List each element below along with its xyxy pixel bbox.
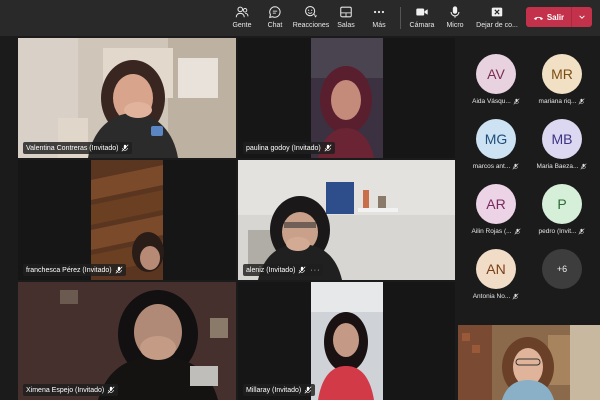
roster-participant-name: Maria Baeza...	[536, 163, 579, 170]
mic-off-icon	[514, 228, 521, 235]
mic-off-icon	[304, 386, 312, 394]
mic-off-icon	[578, 228, 585, 235]
mic-label: Micro	[446, 22, 464, 29]
avatar: MR	[542, 54, 582, 94]
roster-participant[interactable]: MR mariana riq...	[527, 54, 597, 105]
participant-name: franchesca Pérez (Invitado)	[26, 266, 112, 274]
participant-name: Ximena Espejo (Invitado)	[26, 386, 105, 394]
participant-video	[311, 38, 383, 158]
participant-video	[18, 38, 236, 158]
more-label: Más	[372, 22, 386, 29]
video-tile[interactable]: aleniz (Invitado) ···	[238, 160, 455, 280]
mic-off-icon	[578, 98, 585, 105]
roster-participant[interactable]: AR Ailin Rojas (...	[461, 184, 531, 235]
camera-button[interactable]: Cámara	[408, 0, 436, 36]
video-tile[interactable]: paulina godoy (Invitado)	[238, 38, 455, 158]
share-stop-icon	[491, 7, 503, 17]
more-icon	[373, 10, 385, 14]
leave-options[interactable]	[572, 7, 592, 27]
participant-name-tag: Ximena Espejo (Invitado)	[23, 384, 119, 396]
reactions-label: Reacciones	[292, 22, 330, 29]
avatar: MG	[476, 119, 516, 159]
participant-name: paulina godoy (Invitado)	[246, 144, 321, 152]
roster-participant[interactable]: AN Antonia No...	[461, 249, 531, 300]
reactions-icon	[305, 6, 317, 18]
more-options-icon[interactable]: ···	[310, 267, 320, 274]
self-video	[458, 325, 600, 400]
rooms-label: Salas	[337, 22, 355, 29]
phone-icon	[533, 16, 543, 20]
roster-overflow[interactable]: +6	[527, 249, 597, 289]
teams-meeting-window: Gente Chat Reacciones Salas Más Cámara M…	[0, 0, 600, 400]
rooms-icon	[340, 6, 352, 18]
participant-name-tag: Valentina Contreras (Invitado)	[23, 142, 133, 154]
roster-participant-name: Aida Vásqu...	[472, 98, 511, 105]
participant-name-tag: paulina godoy (Invitado)	[243, 142, 335, 154]
more-button[interactable]: Más	[367, 0, 391, 36]
participant-video	[311, 282, 383, 400]
roster-participant[interactable]: MG marcos ant...	[461, 119, 531, 170]
avatar: MB	[542, 119, 582, 159]
camera-label: Cámara	[409, 22, 435, 29]
participant-video	[238, 160, 455, 280]
video-tile[interactable]: franchesca Pérez (Invitado)	[18, 160, 236, 280]
video-tile[interactable]: Valentina Contreras (Invitado)	[18, 38, 236, 158]
participant-name: aleniz (Invitado)	[246, 266, 296, 274]
mic-off-icon	[512, 293, 519, 300]
mic-off-icon	[107, 386, 115, 394]
leave-main[interactable]: Salir	[526, 7, 572, 27]
avatar: P	[542, 184, 582, 224]
leave-label: Salir	[546, 12, 565, 22]
toolbar-divider	[400, 7, 401, 29]
roster-participant[interactable]: MB Maria Baeza...	[527, 119, 597, 170]
stop-sharing-button[interactable]: Dejar de co...	[474, 0, 520, 36]
participant-video	[91, 160, 164, 280]
roster-participant-name: marcos ant...	[472, 163, 511, 170]
mic-off-icon	[513, 98, 520, 105]
mic-off-icon	[115, 266, 123, 274]
roster-participant-name: pedro (Invit...	[538, 228, 577, 235]
camera-icon	[416, 8, 428, 16]
avatar: AN	[476, 249, 516, 289]
leave-button[interactable]: Salir	[526, 7, 592, 27]
mic-off-icon	[512, 163, 519, 170]
chat-label: Chat	[267, 22, 283, 29]
participant-name-tag: aleniz (Invitado) ···	[243, 264, 324, 276]
participant-name-tag: Millaray (Invitado)	[243, 384, 316, 396]
video-tile[interactable]: Millaray (Invitado)	[238, 282, 455, 400]
mic-off-icon	[122, 144, 129, 152]
reactions-button[interactable]: Reacciones	[292, 0, 330, 36]
mic-icon	[450, 6, 460, 18]
self-view[interactable]	[458, 325, 600, 400]
roster-participant[interactable]: P pedro (Invit...	[527, 184, 597, 235]
rooms-button[interactable]: Salas	[334, 0, 358, 36]
chat-button[interactable]: Chat	[262, 0, 288, 36]
meeting-toolbar: Gente Chat Reacciones Salas Más Cámara M…	[0, 0, 600, 36]
participant-name: Millaray (Invitado)	[246, 386, 302, 394]
roster-participant-name: Antonia No...	[472, 293, 511, 300]
roster-participant-name: Ailin Rojas (...	[471, 228, 512, 235]
chevron-down-icon	[579, 15, 585, 19]
roster-participant-name: mariana riq...	[538, 98, 577, 105]
people-label: Gente	[232, 22, 252, 29]
people-icon	[235, 6, 249, 18]
participant-name: Valentina Contreras (Invitado)	[26, 144, 119, 152]
overflow-count[interactable]: +6	[542, 249, 582, 289]
participant-name-tag: franchesca Pérez (Invitado)	[23, 264, 126, 276]
roster-participant[interactable]: AV Aida Vásqu...	[461, 54, 531, 105]
participant-video	[18, 282, 236, 400]
mic-off-icon	[298, 266, 306, 274]
video-tile[interactable]: Ximena Espejo (Invitado)	[18, 282, 236, 400]
mic-off-icon	[580, 163, 587, 170]
avatar: AR	[476, 184, 516, 224]
stop-sharing-label: Dejar de co...	[476, 22, 518, 29]
mic-button[interactable]: Micro	[443, 0, 467, 36]
chat-icon	[269, 6, 281, 19]
people-button[interactable]: Gente	[228, 0, 256, 36]
mic-off-icon	[324, 144, 332, 152]
avatar: AV	[476, 54, 516, 94]
